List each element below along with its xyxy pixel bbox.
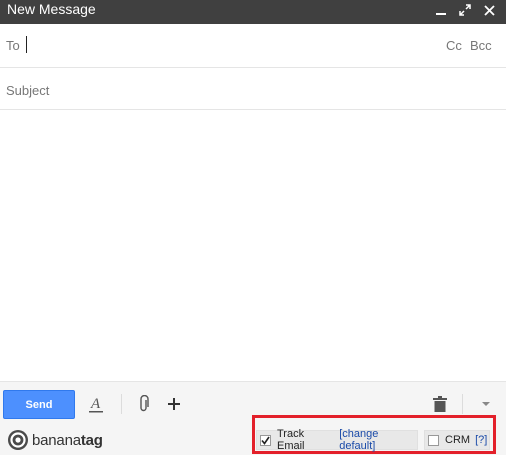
to-input[interactable] — [24, 35, 434, 55]
toolbar-divider — [462, 394, 463, 414]
cc-link[interactable]: Cc — [446, 38, 462, 53]
minimize-icon[interactable] — [434, 3, 448, 17]
subject-input[interactable] — [6, 80, 496, 100]
bananatag-logo-icon — [8, 430, 28, 450]
expand-icon[interactable] — [458, 3, 472, 17]
track-email-checkbox[interactable] — [260, 434, 271, 446]
format-text-icon[interactable]: A — [86, 394, 106, 414]
crm-label: CRM — [445, 434, 471, 446]
crm-checkbox[interactable] — [428, 434, 439, 446]
svg-text:A: A — [90, 396, 101, 412]
compose-title-bar: New Message — [0, 0, 506, 24]
bananatag-wordmark: bananatag — [32, 431, 103, 449]
message-body[interactable] — [0, 111, 506, 381]
bcc-link[interactable]: Bcc — [470, 38, 492, 53]
trash-icon[interactable] — [430, 394, 450, 414]
plus-icon[interactable] — [164, 394, 184, 414]
to-field-row: To Cc Bcc — [0, 24, 506, 68]
subject-field-row — [0, 68, 506, 110]
bananatag-logo: bananatag — [7, 429, 103, 451]
toolbar-divider — [121, 394, 122, 414]
track-email-label: Track Email — [277, 428, 305, 452]
text-caret — [26, 36, 27, 53]
checkmark-icon — [261, 436, 270, 445]
to-label: To — [6, 38, 20, 53]
track-email-option: Track Email [change default] — [256, 428, 418, 452]
crm-help-link[interactable]: [?] — [475, 434, 487, 446]
crm-option: CRM [?] — [424, 430, 490, 450]
change-default-link[interactable]: [change default] — [339, 428, 417, 452]
attach-icon[interactable] — [134, 394, 154, 414]
compose-title: New Message — [7, 1, 96, 17]
send-button[interactable]: Send — [3, 390, 75, 419]
close-icon[interactable] — [482, 3, 496, 17]
more-options-icon[interactable] — [476, 394, 496, 414]
